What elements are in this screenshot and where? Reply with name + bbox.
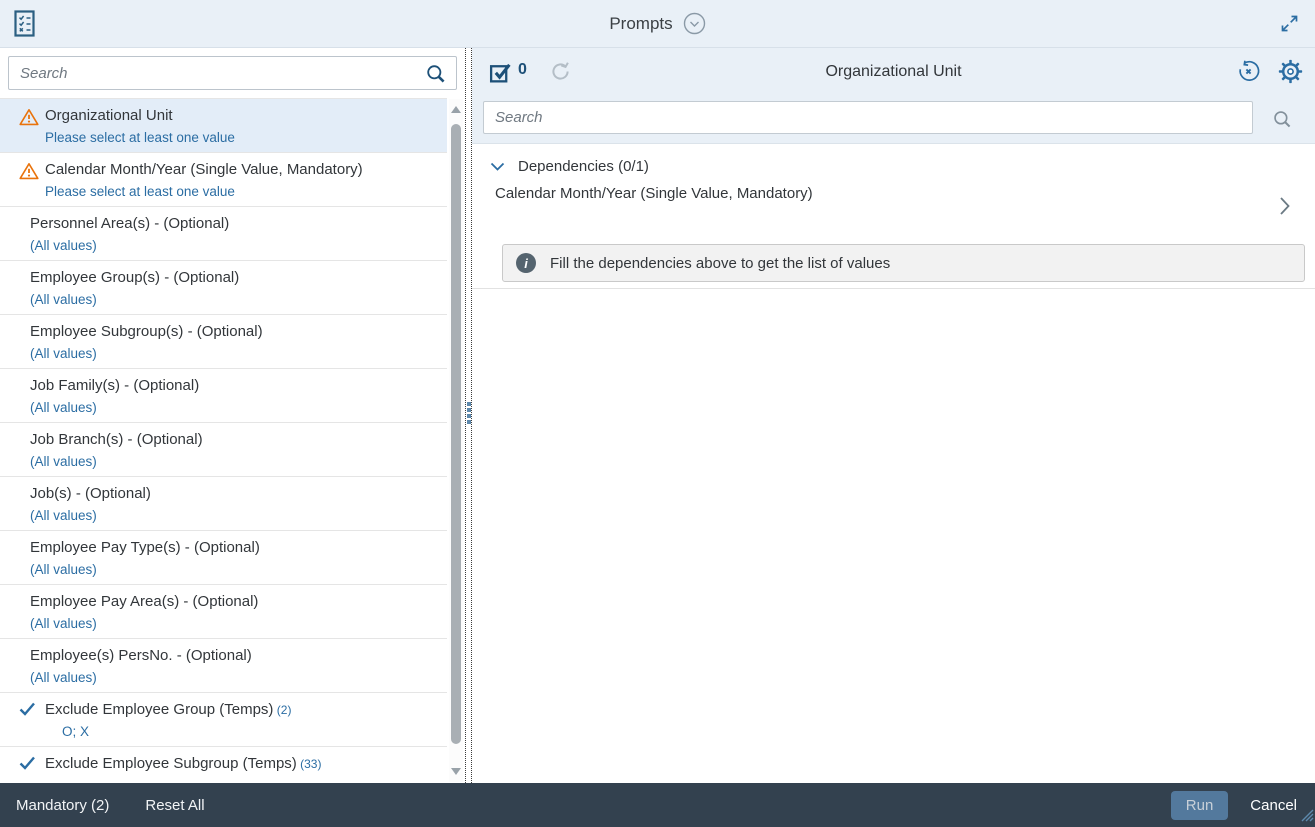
pane-splitter[interactable] [465,48,472,783]
prompt-item-title: Job(s) - (Optional) [30,484,437,504]
expand-icon[interactable] [1279,13,1300,39]
prompt-item-text: Employee Group(s) - (Optional) (All value… [30,268,437,309]
chevron-down-icon [490,162,505,172]
prompt-list-item[interactable]: Job(s) - (Optional) (All values) [0,477,447,531]
prompt-item-text: Employee Subgroup(s) - (Optional) (All va… [30,322,437,363]
info-message-strip: i Fill the dependencies above to get the… [502,244,1305,282]
prompt-list-item[interactable]: Personnel Area(s) - (Optional) (All value… [0,207,447,261]
prompt-item-title: Employee(s) PersNo. - (Optional) [30,646,437,666]
prompt-item-text: Job Family(s) - (Optional) (All values) [30,376,437,417]
prompt-list-item[interactable]: Exclude Employee Group (Temps) (2) O; X [0,693,447,747]
reset-values-icon[interactable] [1236,59,1261,89]
dialog-title: Prompts [609,14,672,34]
prompt-item-text: Personnel Area(s) - (Optional) (All value… [30,214,437,255]
prompt-list-item[interactable]: Calendar Month/Year (Single Value, Manda… [0,153,447,207]
prompt-item-title: Job Family(s) - (Optional) [30,376,437,396]
prompt-list-item[interactable]: Employee Group(s) - (Optional) (All value… [0,261,447,315]
search-icon[interactable] [425,63,447,90]
reset-all-button[interactable]: Reset All [145,797,204,814]
title-bar: Prompts [0,0,1315,48]
prompt-item-text: Job Branch(s) - (Optional) (All values) [30,430,437,471]
cancel-button[interactable]: Cancel [1250,797,1297,814]
info-icon: i [516,253,536,273]
prompt-item-title: Calendar Month/Year (Single Value, Manda… [45,160,437,180]
prompt-list: Organizational Unit Please select at leas… [0,98,447,783]
check-icon [19,756,36,775]
resize-grip-icon[interactable] [1301,809,1314,826]
prompt-list-item[interactable]: Job Branch(s) - (Optional) (All values) [0,423,447,477]
dependency-item-label: Calendar Month/Year (Single Value, Manda… [495,184,1315,204]
prompt-search-input[interactable] [8,56,457,90]
scroll-up-icon[interactable] [451,106,461,113]
value-toolbar: 0 Organizational Unit [472,48,1315,95]
prompt-item-text: Employee(s) PersNo. - (Optional) (All val… [30,646,437,687]
dependencies-header[interactable]: Dependencies (0/1) [472,144,1315,175]
prompt-item-text: Calendar Month/Year (Single Value, Manda… [45,160,437,201]
value-search-input[interactable] [483,101,1253,134]
prompt-list-item[interactable]: Organizational Unit Please select at leas… [0,99,447,153]
value-pane-body: Dependencies (0/1) Calendar Month/Year (… [472,144,1315,289]
prompt-item-text: Employee Pay Area(s) - (Optional) (All va… [30,592,437,633]
prompt-item-title: Exclude Employee Subgroup (Temps) (33) [45,754,437,774]
prompt-item-title: Employee Pay Type(s) - (Optional) [30,538,437,558]
gear-icon[interactable] [1278,59,1303,89]
prompt-item-title: Employee Group(s) - (Optional) [30,268,437,288]
prompt-item-subtitle: (All values) [30,615,437,633]
prompt-item-subtitle: (All values) [30,507,437,525]
dependencies-label: Dependencies (0/1) [518,158,649,175]
prompt-item-subtitle: O; X [45,723,437,741]
prompt-list-item[interactable]: Employee Subgroup(s) - (Optional) (All va… [0,315,447,369]
main-area: Organizational Unit Please select at leas… [0,48,1315,783]
chevron-down-circle-icon[interactable] [683,12,706,35]
search-icon[interactable] [1272,109,1293,135]
footer-bar: Mandatory (2) Reset All Run Cancel [0,783,1315,827]
info-message: Fill the dependencies above to get the l… [550,255,890,272]
prompt-item-text: Exclude Employee Subgroup (Temps) (33) [45,754,437,774]
warning-icon [19,162,39,185]
dependency-item[interactable]: Calendar Month/Year (Single Value, Manda… [472,184,1315,240]
value-search-row [472,95,1315,144]
prompt-item-subtitle: (All values) [30,237,437,255]
chevron-right-icon [1279,196,1291,220]
prompt-item-count: (2) [273,703,291,717]
prompt-item-count: (33) [297,757,322,771]
dialog-title-group: Prompts [0,0,1315,47]
prompt-item-title: Employee Pay Area(s) - (Optional) [30,592,437,612]
prompt-list-item[interactable]: Job Family(s) - (Optional) (All values) [0,369,447,423]
prompt-list-item[interactable]: Exclude Employee Subgroup (Temps) (33) [0,747,447,783]
mandatory-filter[interactable]: Mandatory (2) [16,797,109,814]
warning-icon [19,108,39,131]
prompt-item-subtitle: (All values) [30,669,437,687]
prompt-item-text: Employee Pay Type(s) - (Optional) (All va… [30,538,437,579]
prompt-item-text: Job(s) - (Optional) (All values) [30,484,437,525]
scroll-down-icon[interactable] [451,768,461,775]
prompt-list-item[interactable]: Employee(s) PersNo. - (Optional) (All val… [0,639,447,693]
prompt-item-subtitle: (All values) [30,345,437,363]
splitter-grip-icon [466,400,471,426]
prompt-item-text: Organizational Unit Please select at leas… [45,106,437,147]
prompt-item-subtitle: (All values) [30,291,437,309]
prompt-item-title: Job Branch(s) - (Optional) [30,430,437,450]
scrollbar-thumb[interactable] [451,124,461,744]
left-scrollbar [449,99,463,782]
check-icon [19,702,36,721]
prompt-list-pane: Organizational Unit Please select at leas… [0,48,465,783]
prompt-item-subtitle: Please select at least one value [45,183,437,201]
prompt-item-title: Employee Subgroup(s) - (Optional) [30,322,437,342]
prompt-item-subtitle: (All values) [30,453,437,471]
value-pane-title: Organizational Unit [472,48,1315,95]
prompt-list-item[interactable]: Employee Pay Area(s) - (Optional) (All va… [0,585,447,639]
content-divider [472,288,1315,289]
prompt-list-item[interactable]: Employee Pay Type(s) - (Optional) (All va… [0,531,447,585]
prompt-item-text: Exclude Employee Group (Temps) (2) O; X [45,700,437,741]
prompt-item-subtitle: (All values) [30,561,437,579]
value-selection-pane: 0 Organizational Unit [472,48,1315,783]
prompt-item-title: Organizational Unit [45,106,437,126]
prompt-item-subtitle: Please select at least one value [45,129,437,147]
prompt-item-title: Exclude Employee Group (Temps) (2) [45,700,437,720]
run-button[interactable]: Run [1171,791,1229,820]
prompt-item-title: Personnel Area(s) - (Optional) [30,214,437,234]
prompt-item-subtitle: (All values) [30,399,437,417]
